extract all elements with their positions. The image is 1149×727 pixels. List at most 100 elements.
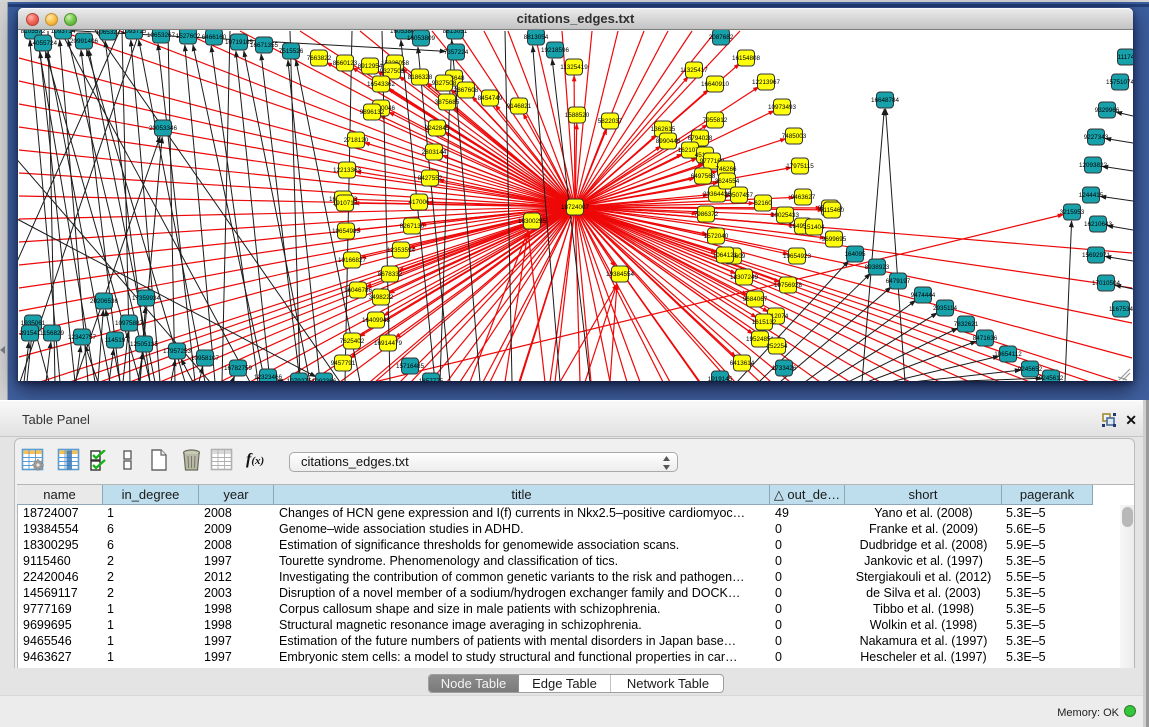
svg-text:16782759: 16782759: [224, 365, 253, 372]
svg-text:1156829: 1156829: [40, 330, 65, 337]
svg-text:9474444: 9474444: [911, 292, 936, 299]
svg-text:3624554: 3624554: [715, 178, 740, 185]
svg-text:8105572: 8105572: [21, 30, 46, 35]
svg-text:7485003: 7485003: [782, 133, 807, 140]
svg-text:19166827: 19166827: [338, 257, 367, 264]
svg-text:9896132: 9896132: [360, 109, 385, 116]
svg-text:1857775: 1857775: [419, 378, 444, 381]
svg-text:6466160: 6466160: [202, 34, 227, 41]
svg-text:391541: 391541: [19, 330, 41, 337]
svg-text:10025433: 10025433: [771, 212, 800, 219]
svg-text:114519: 114519: [105, 337, 126, 344]
svg-text:1919145: 1919145: [708, 376, 733, 381]
svg-text:9327503: 9327503: [380, 68, 405, 75]
svg-text:252254: 252254: [766, 343, 788, 350]
svg-text:9245612: 9245612: [1039, 375, 1064, 381]
svg-text:15716485: 15716485: [396, 363, 425, 370]
svg-text:1064121: 1064121: [713, 252, 738, 259]
svg-text:9699695: 9699695: [822, 236, 847, 243]
svg-text:8186328: 8186328: [408, 74, 433, 81]
svg-text:9227343: 9227343: [1084, 134, 1109, 141]
svg-text:12342757: 12342757: [68, 334, 97, 341]
svg-text:7357224: 7357224: [444, 49, 469, 56]
svg-text:10973493: 10973493: [768, 104, 797, 111]
svg-text:12213363: 12213363: [333, 167, 362, 174]
svg-text:1527602: 1527602: [176, 33, 201, 40]
svg-text:9684067: 9684067: [743, 296, 768, 303]
svg-text:16671355: 16671355: [250, 42, 279, 49]
svg-text:12323466: 12323466: [254, 374, 283, 381]
svg-text:19218596: 19218596: [541, 47, 570, 54]
svg-text:1092366: 1092366: [312, 378, 337, 381]
svg-text:9329966: 9329966: [1095, 107, 1120, 114]
svg-text:9245652: 9245652: [1018, 366, 1043, 373]
svg-text:10975887: 10975887: [115, 320, 144, 327]
svg-text:3215953: 3215953: [1060, 209, 1085, 216]
svg-text:417006: 417006: [408, 199, 430, 206]
svg-text:2935114: 2935114: [933, 305, 958, 312]
svg-text:17010504: 17010504: [1092, 280, 1121, 287]
svg-text:19756928: 19756928: [774, 282, 803, 289]
svg-text:10654112: 10654112: [994, 351, 1022, 358]
svg-text:11325419: 11325419: [560, 64, 588, 71]
svg-text:7663822: 7663822: [307, 55, 332, 62]
svg-text:19654923: 19654923: [783, 253, 812, 260]
svg-text:62160: 62160: [754, 200, 772, 207]
svg-text:10653267: 10653267: [147, 32, 176, 39]
svg-text:1615132: 1615132: [752, 319, 777, 326]
svg-text:7955812: 7955812: [703, 117, 728, 124]
svg-text:1167534: 1167534: [1109, 306, 1133, 313]
svg-text:1065327: 1065327: [96, 30, 121, 36]
svg-text:16046786: 16046786: [344, 287, 373, 294]
svg-text:164095: 164095: [844, 251, 866, 258]
svg-text:17359934: 17359934: [132, 295, 161, 302]
svg-text:746266: 746266: [715, 166, 737, 173]
svg-text:7515526: 7515526: [279, 48, 304, 55]
svg-text:20991406: 20991406: [70, 38, 99, 45]
svg-text:8471636: 8471636: [973, 335, 998, 342]
svg-text:6479197: 6479197: [886, 278, 911, 285]
svg-text:20053346: 20053346: [149, 125, 178, 132]
svg-text:16210643: 16210643: [1084, 221, 1113, 228]
svg-text:1362615: 1362615: [651, 126, 676, 133]
svg-text:12353594: 12353594: [387, 247, 416, 254]
svg-text:11325417: 11325417: [680, 67, 708, 74]
svg-text:8454749: 8454749: [478, 95, 503, 102]
svg-text:9457791: 9457791: [331, 360, 356, 367]
svg-text:8813051: 8813051: [443, 30, 468, 35]
svg-text:9146821: 9146821: [507, 103, 532, 110]
svg-text:5822037: 5822037: [598, 118, 623, 125]
svg-text:17975115: 17975115: [786, 163, 814, 170]
svg-text:16053809: 16053809: [407, 35, 436, 42]
svg-text:15692971: 15692971: [1082, 252, 1111, 259]
svg-text:10958107: 10958107: [191, 355, 220, 362]
svg-text:12213967: 12213967: [752, 79, 781, 86]
svg-text:6497568: 6497568: [691, 173, 716, 180]
svg-text:8938923: 8938923: [865, 264, 890, 271]
svg-text:151404: 151404: [803, 224, 825, 231]
svg-text:1244415: 1244415: [1079, 192, 1104, 199]
svg-text:8660123: 8660123: [333, 60, 358, 67]
svg-text:6794028: 6794028: [688, 135, 713, 142]
svg-text:1079275: 1079275: [287, 378, 312, 381]
svg-text:16640910: 16640910: [701, 81, 730, 88]
svg-text:18307249: 18307249: [730, 274, 759, 281]
svg-text:19654983: 19654983: [332, 228, 361, 235]
svg-text:12093822: 12093822: [1079, 162, 1108, 169]
svg-text:1733426: 1733426: [772, 365, 797, 372]
svg-text:9242845: 9242845: [425, 125, 450, 132]
svg-text:3498222: 3498222: [369, 294, 394, 301]
svg-text:3875685: 3875685: [435, 99, 460, 106]
svg-text:9115460: 9115460: [820, 207, 845, 214]
svg-text:15751074: 15751074: [1106, 79, 1133, 86]
svg-text:2803144: 2803144: [422, 149, 447, 156]
svg-text:19384554: 19384554: [606, 271, 635, 278]
svg-text:6413614: 6413614: [730, 360, 755, 367]
svg-text:1093715: 1093715: [122, 30, 147, 35]
svg-text:1572040: 1572040: [704, 233, 729, 240]
svg-text:8427552: 8427552: [418, 175, 443, 182]
svg-text:8813054: 8813054: [524, 34, 549, 41]
svg-text:11174: 11174: [1118, 54, 1133, 61]
svg-text:16914479: 16914479: [374, 340, 403, 347]
svg-text:18300295: 18300295: [518, 218, 547, 225]
